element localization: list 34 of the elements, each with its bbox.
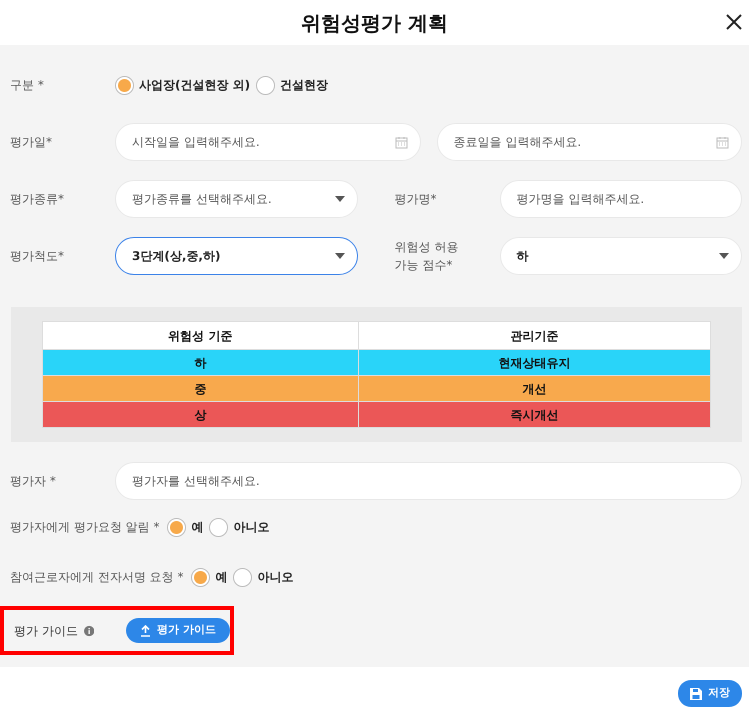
select-field[interactable]: 3단계(상,중,하) bbox=[115, 237, 358, 275]
radio-label[interactable]: 사업장(건설현장 외) bbox=[139, 76, 250, 94]
save-button[interactable]: 저장 bbox=[678, 680, 742, 707]
field-label: 참여근로자에게 전자서명 요청 * bbox=[10, 569, 184, 586]
table-cell: 즉시개선 bbox=[358, 402, 710, 428]
date-field[interactable]: 종료일을 입력해주세요. bbox=[436, 123, 742, 161]
field-label: 평가자에게 평가요청 알림 * bbox=[10, 519, 160, 536]
column-header: 관리기준 bbox=[358, 322, 710, 350]
field-label: 평가척도* bbox=[10, 248, 65, 265]
table-cell: 중 bbox=[42, 376, 358, 402]
radio-label[interactable]: 예 bbox=[191, 518, 204, 536]
field-label: 평가일* bbox=[10, 134, 53, 151]
column-header: 위험성 기준 bbox=[42, 322, 358, 350]
select-field[interactable]: 평가종류를 선택해주세요. bbox=[115, 180, 358, 218]
table-cell: 개선 bbox=[358, 376, 710, 402]
field-label: 위험성 허용 가능 점수* bbox=[394, 239, 460, 274]
field-label: 평가자 * bbox=[10, 473, 57, 490]
date-field[interactable]: 시작일을 입력해주세요. bbox=[115, 123, 420, 161]
table-cell: 상 bbox=[42, 402, 358, 428]
table-cell: 하 bbox=[42, 350, 358, 376]
field-label: 평가종류* bbox=[10, 191, 65, 208]
radio-label[interactable]: 예 bbox=[215, 568, 228, 586]
radio-label[interactable]: 아니오 bbox=[257, 568, 294, 586]
input-field[interactable]: 평가자를 선택해주세요. bbox=[115, 462, 742, 500]
select-field[interactable]: 하 bbox=[500, 237, 742, 275]
dialog-title: 위험성평가 계획 bbox=[301, 10, 448, 36]
input-field[interactable]: 평가명을 입력해주세요. bbox=[500, 180, 742, 218]
upload-button[interactable]: 평가 가이드 bbox=[126, 618, 230, 643]
radio-label[interactable]: 아니오 bbox=[233, 518, 270, 536]
radio-label[interactable]: 건설현장 bbox=[280, 76, 328, 94]
field-label: 평가명* bbox=[394, 191, 438, 208]
table-cell: 현재상태유지 bbox=[358, 350, 710, 376]
field-label: 구분 * bbox=[10, 77, 45, 94]
field-label: 평가 가이드 bbox=[14, 622, 78, 640]
